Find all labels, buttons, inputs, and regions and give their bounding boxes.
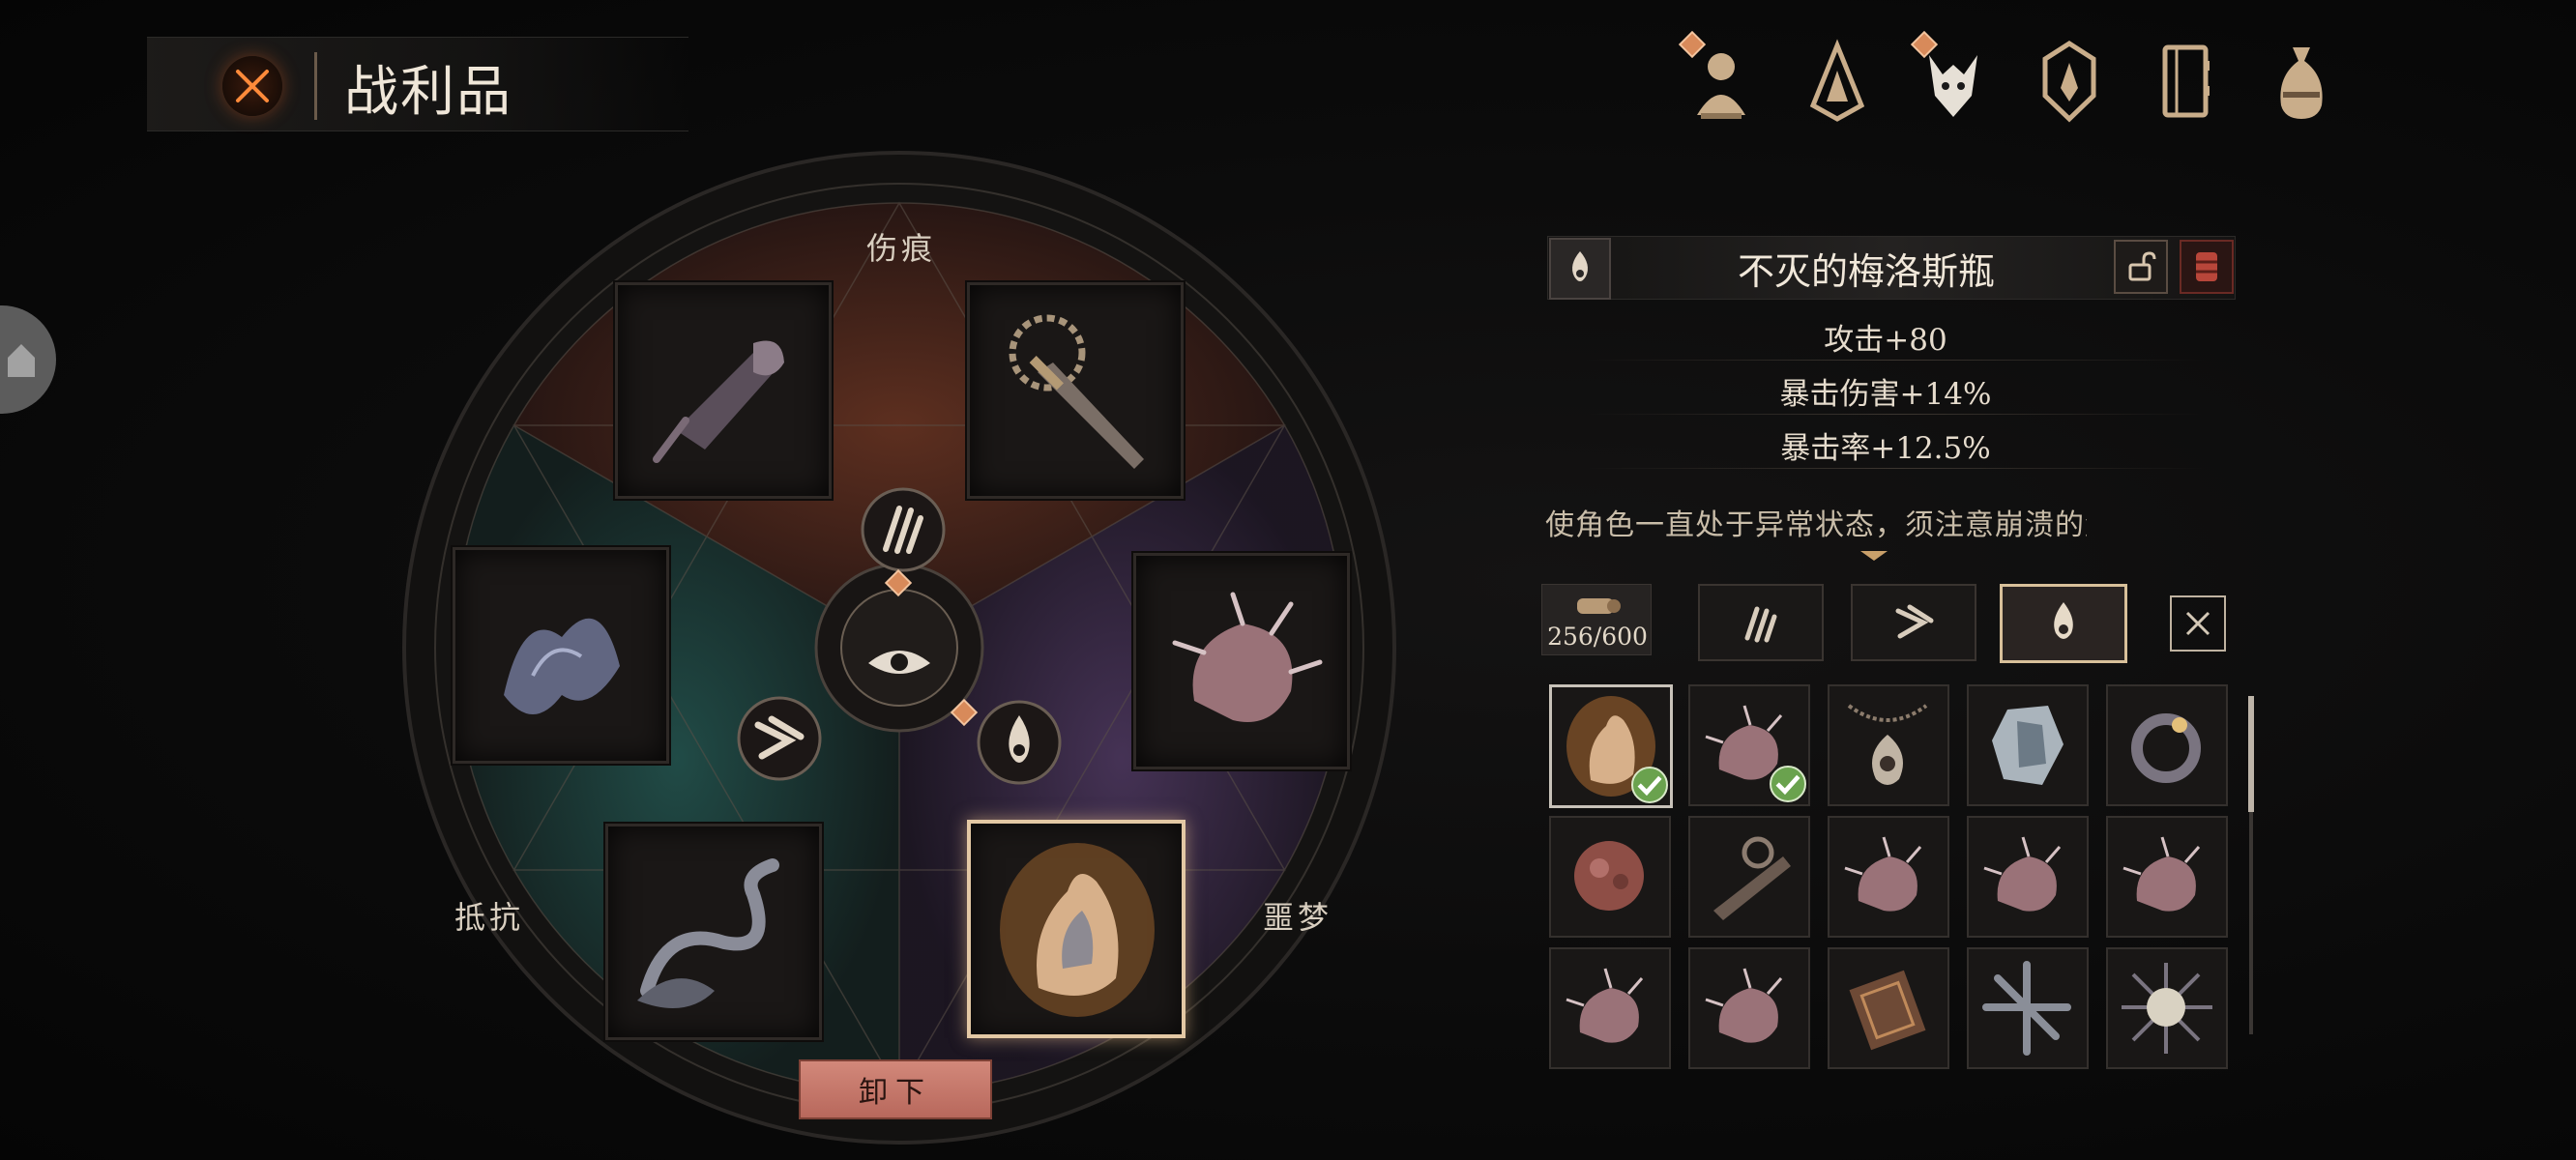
side-menu-button[interactable] xyxy=(0,305,56,414)
notification-badge-icon xyxy=(1911,31,1938,58)
serpent-fish-icon xyxy=(637,858,779,1008)
page-title: 战利品 xyxy=(344,61,512,124)
item-category-emblem xyxy=(1549,238,1611,300)
flame-sigil-icon xyxy=(1572,251,1588,281)
unequip-button[interactable]: 卸下 xyxy=(799,1059,992,1119)
claw-marks-icon xyxy=(1744,606,1777,643)
inventory-item[interactable] xyxy=(1688,947,1810,1069)
clear-filter-button[interactable] xyxy=(2170,595,2226,652)
delete-button[interactable] xyxy=(2180,240,2234,294)
spiked-flower-icon xyxy=(1566,968,1644,1043)
inventory-item[interactable] xyxy=(1828,684,1949,806)
title-separator xyxy=(314,52,317,120)
spiked-flower-icon xyxy=(1983,836,2062,912)
crest-shield-icon xyxy=(2042,41,2096,123)
slot-nightmare-bottom[interactable] xyxy=(967,820,1186,1038)
resist-sigil-icon[interactable] xyxy=(733,692,826,785)
loot-bag-icon xyxy=(2280,47,2323,119)
flesh-heart-icon xyxy=(1574,841,1644,911)
crossed-swords-icon xyxy=(236,70,269,102)
sector-label-nightmare: 噩梦 xyxy=(1263,899,1333,936)
inventory-item[interactable] xyxy=(1549,816,1671,938)
close-button[interactable] xyxy=(222,56,282,116)
sector-label-wound: 伤痕 xyxy=(866,230,937,267)
inventory-item[interactable] xyxy=(2106,816,2228,938)
flame-bottle-icon xyxy=(1000,843,1155,1017)
inventory-item[interactable] xyxy=(1688,684,1810,806)
inventory-item[interactable] xyxy=(1967,684,2089,806)
capacity-count: 256/600 xyxy=(1547,623,1648,651)
spiked-flower-icon xyxy=(1844,836,1922,912)
shadow-wisp-icon xyxy=(504,618,620,714)
chained-dagger-icon xyxy=(1009,314,1144,469)
broken-sandal-icon xyxy=(1713,836,1791,920)
stat-divider xyxy=(1586,360,2205,361)
trash-barrel-icon xyxy=(2196,252,2217,281)
nav-hood[interactable] xyxy=(1799,35,1876,128)
journal-book-icon xyxy=(2162,44,2210,118)
item-name: 不灭的梅洛斯瓶 xyxy=(1737,250,1995,293)
crystal-shard-icon xyxy=(1992,706,2064,785)
hooded-mask-icon xyxy=(1809,39,1865,122)
item-description: 使角色一直处于异常状态，须注意崩溃的危险。无 xyxy=(1545,508,2087,539)
nightmare-sigil-icon[interactable] xyxy=(973,696,1066,789)
filter-tab-wound[interactable] xyxy=(1698,584,1824,661)
slot-nightmare-top[interactable] xyxy=(1133,553,1350,769)
inventory-item[interactable] xyxy=(1549,947,1671,1069)
bird-skull-icon xyxy=(653,340,784,463)
wound-sigil-icon[interactable] xyxy=(857,483,950,576)
scroll-bundle-icon xyxy=(1577,598,1621,614)
stat-divider xyxy=(1586,468,2205,469)
nav-loot-bag[interactable] xyxy=(2263,35,2340,128)
equipped-check-icon xyxy=(1770,766,1806,802)
resist-chevron-icon xyxy=(1895,604,1934,639)
inventory-item[interactable] xyxy=(2106,947,2228,1069)
nav-crest[interactable] xyxy=(2031,35,2108,128)
equipped-check-icon xyxy=(1631,767,1668,803)
inventory-item[interactable] xyxy=(1967,947,2089,1069)
wound-badge-icon xyxy=(884,568,913,597)
nightmare-badge-icon xyxy=(950,698,979,727)
spiked-orb-icon xyxy=(2122,963,2212,1054)
sector-label-resist: 抵抗 xyxy=(454,899,525,936)
inventory-item[interactable] xyxy=(1828,816,1949,938)
notification-badge-icon xyxy=(1679,31,1706,58)
lock-button[interactable] xyxy=(2114,240,2168,294)
slot-resist-bottom[interactable] xyxy=(605,824,822,1040)
ornate-tome-icon xyxy=(1849,970,1926,1051)
expand-description-arrow[interactable] xyxy=(1860,551,1888,561)
filter-tab-nightmare[interactable] xyxy=(2000,584,2127,663)
inventory-scroll-thumb[interactable] xyxy=(2248,696,2254,812)
coiled-ring-icon xyxy=(2131,713,2201,783)
flame-sigil-icon xyxy=(2054,602,2073,639)
nav-character[interactable] xyxy=(1679,31,1760,128)
slot-wound-right[interactable] xyxy=(967,282,1184,499)
home-tab-icon xyxy=(8,344,35,377)
stat-divider xyxy=(1586,414,2205,415)
inventory-item[interactable] xyxy=(1828,947,1949,1069)
unlock-icon xyxy=(2128,251,2156,281)
spiked-flower-icon xyxy=(2122,836,2201,912)
slot-resist-top[interactable] xyxy=(453,547,669,764)
twisted-cross-icon xyxy=(1982,961,2071,1056)
stat-crit-damage: 暴击伤害+14% xyxy=(1779,377,1992,412)
nav-journal[interactable] xyxy=(2147,35,2224,128)
pendant-necklace-icon xyxy=(1847,704,1928,785)
close-x-icon xyxy=(2185,611,2210,636)
inventory-item[interactable] xyxy=(1967,816,2089,938)
stat-attack: 攻击+80 xyxy=(1824,323,1947,358)
inventory-item[interactable] xyxy=(2106,684,2228,806)
stat-crit-rate: 暴击率+12.5% xyxy=(1780,431,1991,466)
spiked-flower-icon xyxy=(1172,592,1323,722)
filter-tab-resist[interactable] xyxy=(1851,584,1976,661)
spiked-flower-icon xyxy=(1705,968,1783,1043)
slot-wound-left[interactable] xyxy=(615,282,832,499)
inventory-item[interactable] xyxy=(1688,816,1810,938)
inventory-item[interactable] xyxy=(1549,684,1673,808)
nav-beast[interactable] xyxy=(1911,31,1992,128)
